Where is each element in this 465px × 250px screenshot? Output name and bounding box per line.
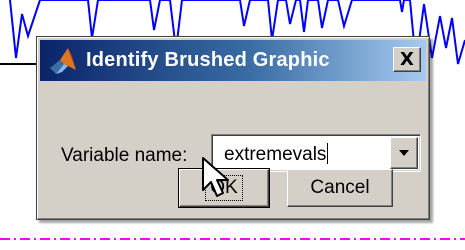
dropdown-button[interactable]: [390, 137, 418, 169]
matlab-logo-icon: [50, 47, 76, 74]
variable-name-input[interactable]: extremevals: [224, 143, 329, 166]
screen: Identify Brushed Graphic X Variable name…: [0, 0, 465, 250]
cancel-button-label: Cancel: [310, 177, 370, 198]
close-icon: X: [400, 48, 414, 70]
mouse-pointer-icon: [202, 157, 229, 197]
variable-name-value: extremevals: [224, 144, 327, 165]
variable-name-label: Variable name:: [61, 145, 188, 166]
identify-brushed-graphic-dialog: Identify Brushed Graphic X Variable name…: [36, 36, 430, 220]
dialog-title-bar[interactable]: Identify Brushed Graphic X: [40, 40, 426, 81]
variable-name-combobox[interactable]: extremevals: [211, 134, 421, 172]
cancel-button[interactable]: Cancel: [287, 169, 393, 207]
dialog-title: Identify Brushed Graphic: [86, 49, 330, 71]
text-caret: [327, 143, 329, 164]
chevron-down-icon: [399, 150, 409, 156]
close-button[interactable]: X: [393, 47, 421, 72]
